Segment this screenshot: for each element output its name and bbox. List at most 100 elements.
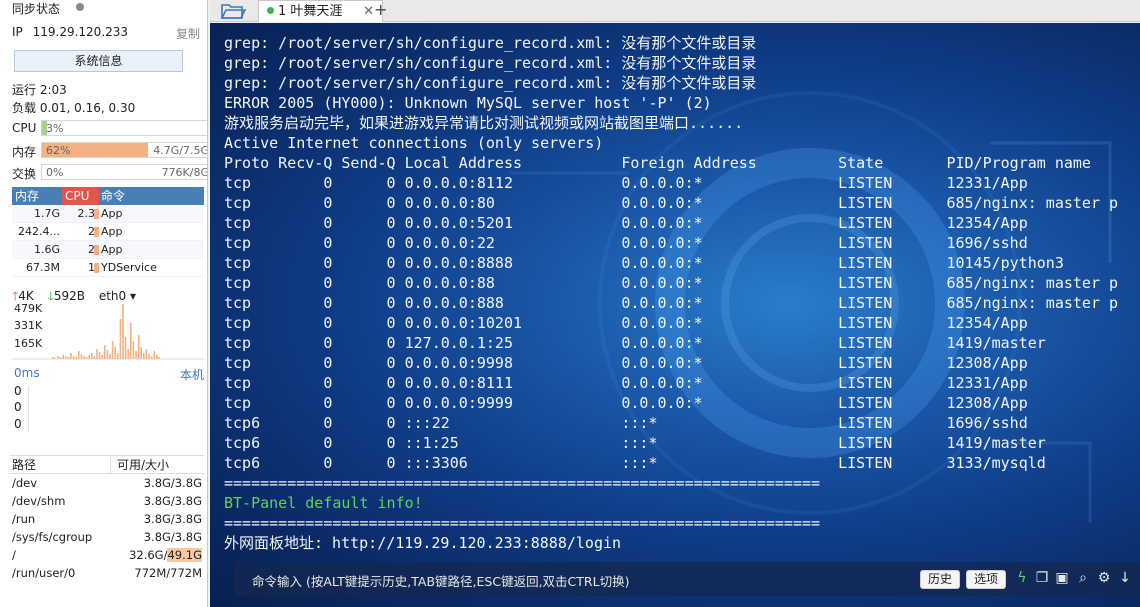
session-status-dot-icon [267, 7, 274, 14]
process-row[interactable]: 1.6G 2 App [12, 241, 204, 259]
col-mem[interactable]: 内存 [12, 187, 62, 205]
terminal-line: grep: /root/server/sh/configure_record.x… [224, 54, 757, 72]
add-tab-button[interactable]: + [374, 0, 387, 20]
terminal[interactable]: grep: /root/server/sh/configure_record.x… [210, 23, 1140, 607]
disk-table-header: 路径 可用/大小 [10, 456, 204, 474]
load-average: 负载 0.01, 0.16, 0.30 [12, 101, 136, 115]
paste-icon[interactable]: ▣ [1054, 570, 1070, 586]
network-spike [67, 357, 70, 359]
network-spike [130, 323, 132, 359]
history-button[interactable]: 历史 [920, 570, 960, 589]
disk-path: /run/user/0 [12, 566, 76, 580]
lightning-icon[interactable]: ϟ [1014, 570, 1030, 586]
disk-total-highlight: 49.1G [167, 548, 202, 562]
latency-target[interactable]: 本机 [180, 366, 204, 383]
swap-usage: 交换 0% 776K/8G [12, 164, 207, 181]
search-icon[interactable]: ⌕ [1075, 570, 1091, 586]
disk-path: /run [12, 512, 36, 526]
process-mem: 242.4... [18, 225, 60, 238]
tab-label: 1 叶舞天涯 [278, 4, 343, 19]
download-icon[interactable]: ↓ [1117, 570, 1133, 586]
terminal-line: tcp 0 0 0.0.0.0:9998 0.0.0.0:* LISTEN 12… [224, 354, 1028, 372]
disk-row[interactable]: /sys/fs/cgroup 3.8G/3.8G [10, 528, 204, 546]
process-mem: 1.7G [33, 207, 60, 220]
process-command: App [101, 225, 123, 238]
mem-bar: 62% 4.7G/7.5G [41, 142, 208, 158]
net-tick-2: 331K [14, 319, 43, 332]
system-info-button[interactable]: 系统信息 [14, 50, 183, 72]
swap-percent: 0% [46, 166, 64, 179]
process-cpu-bar [94, 245, 99, 255]
terminal-line: tcp 0 0 0.0.0.0:80 0.0.0.0:* LISTEN 685/… [224, 194, 1119, 212]
network-spike [132, 341, 135, 359]
network-spike [72, 356, 75, 359]
disk-path: /dev/shm [12, 494, 66, 508]
net-tick-3: 165K [14, 337, 43, 350]
network-spike [135, 351, 137, 359]
network-spike [148, 354, 150, 359]
copy-icon[interactable]: ❐ [1034, 570, 1050, 586]
command-input-hint[interactable]: 命令输入 (按ALT键提示历史,TAB键路径,ESC键返回,双击CTRL切换) [252, 571, 629, 590]
terminal-line: tcp 0 0 0.0.0.0:888 0.0.0.0:* LISTEN 685… [224, 294, 1119, 312]
gear-icon[interactable]: ⚙ [1096, 570, 1112, 586]
network-spike [137, 335, 140, 359]
col-size: 可用/大小 [110, 456, 204, 473]
col-cpu[interactable]: CPU [62, 187, 99, 205]
network-spike [93, 356, 96, 359]
network-spike [59, 357, 62, 359]
network-spike [153, 351, 155, 359]
close-tab-icon[interactable]: ✕ [363, 1, 374, 22]
folder-open-icon[interactable] [220, 1, 246, 21]
terminal-line: tcp6 0 0 :::3306 :::* LISTEN 3133/mysqld [224, 454, 1046, 472]
process-row[interactable]: 67.3M 1 YDService [12, 259, 204, 277]
process-cpu: 2 [62, 223, 99, 240]
disk-table: 路径 可用/大小 /dev 3.8G/3.8G/dev/shm 3.8G/3.8G /… [10, 455, 204, 582]
network-spike [78, 351, 80, 359]
network-spike [85, 357, 88, 359]
network-spike [57, 356, 59, 359]
options-button[interactable]: 选项 [966, 570, 1006, 589]
process-cpu-bar [94, 209, 99, 219]
network-spike [91, 353, 93, 359]
process-mem: 1.6G [33, 243, 60, 256]
disk-size: 3.8G/3.8G [143, 476, 202, 490]
process-cpu: 2.3 [62, 205, 99, 222]
interface-name: eth0 [98, 289, 127, 303]
disk-row[interactable]: /dev/shm 3.8G/3.8G [10, 492, 204, 510]
terminal-line: tcp6 0 0 ::1:25 :::* LISTEN 1419/master [224, 434, 1046, 452]
terminal-line: grep: /root/server/sh/configure_record.x… [224, 74, 757, 92]
process-command: App [101, 243, 123, 256]
terminal-line: ========================================… [224, 474, 821, 492]
disk-row[interactable]: /dev 3.8G/3.8G [10, 474, 204, 492]
process-row[interactable]: 1.7G 2.3 App [12, 205, 204, 223]
terminal-line: ERROR 2005 (HY000): Unknown MySQL server… [224, 94, 712, 112]
interface-select[interactable]: eth0 ▾ [99, 289, 136, 303]
status-dot-icon [76, 3, 84, 11]
mem-amount: 4.7G/7.5G [153, 144, 208, 157]
disk-row[interactable]: /run/user/0 772M/772M [10, 564, 204, 582]
terminal-line: tcp 0 0 0.0.0.0:22 0.0.0.0:* LISTEN 1696… [224, 234, 1028, 252]
col-cmd[interactable]: 命令 [99, 187, 204, 205]
command-bar[interactable]: 命令输入 (按ALT键提示历史,TAB键路径,ESC键返回,双击CTRL切换) … [234, 562, 1140, 596]
terminal-line: 游戏服务启动完毕，如果进游戏异常请比对测试视频或网站截图里端口...... [224, 114, 744, 132]
terminal-line: ========================================… [224, 514, 821, 532]
disk-row[interactable]: / 32.6G/49.1G [10, 546, 204, 564]
cpu-usage: CPU 3% [12, 120, 207, 136]
process-cpu: 2 [62, 241, 99, 258]
network-spike [158, 357, 161, 359]
col-path: 路径 [12, 458, 37, 472]
process-command: App [101, 207, 123, 220]
tab-bar: 1 叶舞天涯 ✕ + [210, 0, 1140, 22]
disk-row[interactable]: /run 3.8G/3.8G [10, 510, 204, 528]
ip-label: IP [12, 25, 23, 39]
tab-session-1[interactable]: 1 叶舞天涯 ✕ [258, 0, 383, 22]
cpu-label: CPU [12, 121, 37, 135]
status-title: 同步状态 [12, 2, 61, 16]
process-row[interactable]: 242.4... 2 App [12, 223, 204, 241]
chevron-down-icon: ▾ [129, 289, 136, 303]
network-spike [145, 349, 148, 359]
copy-ip-button[interactable]: 复制 [176, 25, 200, 42]
sidebar: 同步状态 IP 119.29.120.233 复制 系统信息 运行 2:03 负… [0, 0, 208, 607]
terminal-line: tcp 0 0 0.0.0.0:10201 0.0.0.0:* LISTEN 1… [224, 314, 1028, 332]
network-spike [140, 347, 142, 359]
